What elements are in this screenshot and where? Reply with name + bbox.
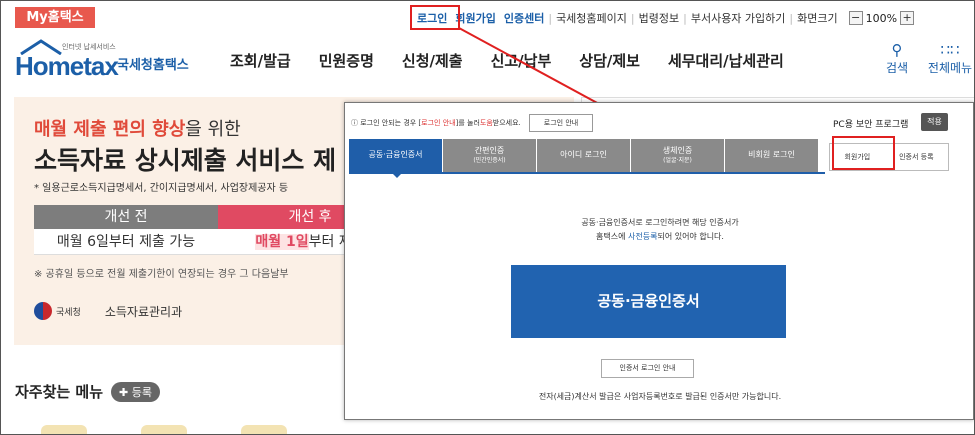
all-menu-label: 전체메뉴 <box>927 61 973 75</box>
join-highlight-box <box>832 136 895 170</box>
main-nav: 조회/발급 민원증명 신청/제출 신고/납부 상담/제보 세무대리/납세관리 <box>230 50 812 71</box>
all-menu-button[interactable]: ∷∷ 전체메뉴 <box>920 41 974 76</box>
nav-item-tax-agent[interactable]: 세무대리/납세관리 <box>668 50 784 71</box>
hometax-logo[interactable]: 인터넷 납세서비스 Hometax 국세청홈택스 <box>15 39 195 81</box>
frequent-menu-icons <box>41 425 341 434</box>
nav-item-application[interactable]: 신청/제출 <box>402 50 463 71</box>
search-nav-button[interactable]: ⚲ 검색 <box>867 41 927 76</box>
security-apply-button[interactable]: 적용 <box>921 113 948 131</box>
org-department: 소득자료관리과 <box>104 304 183 319</box>
add-frequent-menu-button[interactable]: ✚ 등록 <box>111 381 160 402</box>
frequent-menu-header: 자주찾는 메뉴 ✚ 등록 <box>15 381 160 402</box>
org-short-name: 국세청 <box>56 307 81 318</box>
cert-login-message: 공동·금융인증서로 로그인하려면 해당 인증서가 홈택스에 사전등록되어 있어야… <box>581 218 739 242</box>
tab-biometric[interactable]: 생체인증 (얼굴·지문) <box>631 139 724 172</box>
banner-note: ※ 공휴일 등으로 전월 제출기한이 연장되는 경우 그 다음날부 <box>34 269 289 280</box>
tab-id-login[interactable]: 아이디 로그인 <box>537 139 630 172</box>
login-guide-button[interactable]: 로그인 안내 <box>528 114 594 132</box>
banner-headline-highlight: 매월 제출 편의 향상 <box>34 119 186 140</box>
zoom-control: − 100% + <box>846 11 917 25</box>
banner-title: 소득자료 상시제출 서비스 제 <box>34 146 337 175</box>
screen-size-label: 화면크기 <box>797 12 838 25</box>
nav-item-report[interactable]: 신고/납부 <box>491 50 552 71</box>
browser-frame: My홈택스 로그인 회원가입 인증센터 | 국세청홈페이지 | 법령정보 | 부… <box>0 0 975 435</box>
cert-login-guide-button[interactable]: 인증서 로그인 안내 <box>601 359 694 378</box>
banner-headline: 매월 제출 편의 향상을 위한 <box>34 115 241 141</box>
grid-icon: ∷∷ <box>940 41 960 59</box>
banner-subtext: * 일용근로소득지급명세서, 간이지급명세서, 사업장제공자 등 <box>34 183 289 194</box>
security-program-label: PC용 보안 프로그램 <box>833 120 909 130</box>
before-header: 개선 전 <box>34 205 218 229</box>
logo-korean-name: 국세청홈택스 <box>117 58 189 73</box>
law-info-link[interactable]: 법령정보 <box>635 10 683 26</box>
logo-wordmark: Hometax <box>15 51 119 81</box>
utility-links: 로그인 회원가입 인증센터 | 국세청홈페이지 | 법령정보 | 부서사용자 가… <box>413 10 917 26</box>
after-value-highlight: 매월 1일 <box>255 234 309 250</box>
cert-register-button[interactable]: 인증서 등록 <box>899 152 933 162</box>
tab-joint-certificate[interactable]: 공동·금융인증서 <box>349 139 442 172</box>
nav-item-consult[interactable]: 상담/제보 <box>579 50 640 71</box>
active-tab-strip <box>349 172 825 174</box>
frequent-menu-item[interactable] <box>241 425 287 434</box>
before-value: 매월 6일부터 제출 가능 <box>56 234 196 250</box>
login-highlight-box <box>410 5 460 30</box>
utility-bar: My홈택스 로그인 회원가입 인증센터 | 국세청홈페이지 | 법령정보 | 부… <box>1 1 974 33</box>
banner-org: 국세청 소득자료관리과 <box>34 302 182 320</box>
login-popup: ⓘ 로그인 안되는 경우 [로그인 안내]를 눌러 도움 받으세요. 로그인 안내… <box>344 102 974 420</box>
zoom-value: 100% <box>865 11 898 25</box>
frequent-menu-item[interactable] <box>41 425 87 434</box>
tab-simple-auth[interactable]: 간편인증 (민간인증서) <box>443 139 536 172</box>
active-tab-caret <box>391 172 403 178</box>
cert-center-link[interactable]: 인증센터 <box>500 10 548 26</box>
search-label: 검색 <box>885 61 909 75</box>
banner-headline-rest: 을 위한 <box>185 119 241 140</box>
frequent-menu-item[interactable] <box>141 425 187 434</box>
my-hometax-button[interactable]: My홈택스 <box>15 7 95 28</box>
tax-invoice-note: 전자(세금)계산서 발급은 사업자등록번호로 발급된 인증서만 가능합니다. <box>538 392 782 401</box>
joint-certificate-login-button[interactable]: 공동·금융인증서 <box>511 265 786 338</box>
search-icon: ⚲ <box>891 41 903 59</box>
dept-user-join-link[interactable]: 부서사용자 가입하기 <box>687 10 790 26</box>
zoom-in-button[interactable]: + <box>900 11 915 25</box>
nav-item-inquiry[interactable]: 조회/발급 <box>230 50 291 71</box>
login-help-message: ⓘ 로그인 안되는 경우 [로그인 안내]를 눌러 도움 받으세요. 로그인 안내 <box>351 114 594 132</box>
nav-item-certificate[interactable]: 민원증명 <box>319 50 374 71</box>
login-method-tabs: 공동·금융인증서 간편인증 (민간인증서) 아이디 로그인 생체인증 (얼굴·지… <box>349 139 819 172</box>
frequent-menu-title: 자주찾는 메뉴 <box>15 383 104 401</box>
zoom-out-button[interactable]: − <box>848 11 863 25</box>
info-icon: ⓘ <box>351 119 361 127</box>
nts-emblem-icon <box>34 302 52 320</box>
nts-homepage-link[interactable]: 국세청홈페이지 <box>552 10 631 26</box>
tab-guest-login[interactable]: 비회원 로그인 <box>725 139 818 172</box>
